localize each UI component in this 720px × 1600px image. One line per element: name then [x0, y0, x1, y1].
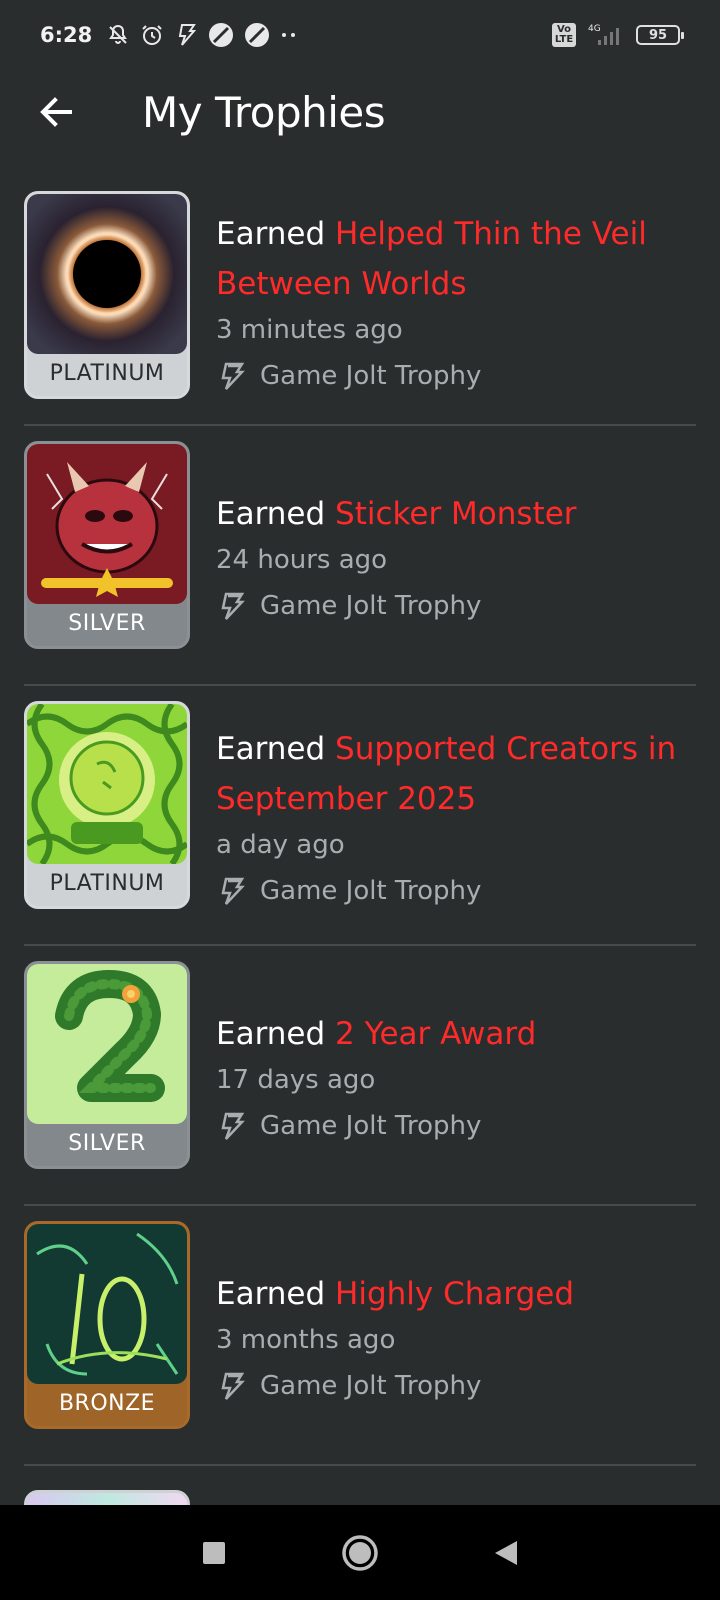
- trophy-row[interactable]: SILVER Earned Sticker Monster 24 hours a…: [24, 426, 696, 686]
- earned-label: Earned: [216, 216, 326, 252]
- trophy-source: Game Jolt Trophy: [216, 876, 686, 906]
- app-header: My Trophies: [0, 70, 720, 154]
- trophy-thumbnail[interactable]: PLATINUM: [24, 191, 190, 399]
- trophy-time: 17 days ago: [216, 1065, 376, 1095]
- game-jolt-icon: [221, 1372, 245, 1400]
- trophy-source: Game Jolt Trophy: [216, 591, 686, 621]
- battery-level: 95: [648, 27, 668, 43]
- horned-monster-image: [27, 444, 187, 604]
- trophy-name-link[interactable]: 2 Year Award: [335, 1016, 536, 1052]
- signal-icon: 4G: [588, 24, 619, 45]
- trophy-time: 3 months ago: [216, 1325, 396, 1355]
- notification-icons: [106, 22, 298, 48]
- trophy-headline: Earned Highly Charged: [216, 1269, 686, 1319]
- trophy-name-link[interactable]: Sticker Monster: [335, 496, 577, 532]
- trophy-time: 3 minutes ago: [216, 315, 403, 345]
- trophy-row[interactable]: PLATINUM Earned Helped Thin the Veil Bet…: [24, 176, 696, 426]
- app-notification-icon-2: [245, 23, 270, 47]
- trophy-source-label: Game Jolt Trophy: [260, 1371, 482, 1401]
- game-jolt-icon: [221, 362, 245, 390]
- trophy-headline: Earned Supported Creators in September 2…: [216, 724, 686, 824]
- navigation-bar: [0, 1505, 720, 1600]
- app-notification-icon: [209, 23, 234, 47]
- trophy-thumbnail[interactable]: PLATINUM: [24, 701, 190, 909]
- status-bar: 6:28 Vo LTE 4G 95: [0, 0, 720, 70]
- earned-label: Earned: [216, 1016, 326, 1052]
- leafy-number-two-image: [27, 964, 187, 1124]
- trophy-thumbnail[interactable]: SILVER: [24, 961, 190, 1169]
- trophy-thumbnail[interactable]: SILVER: [24, 441, 190, 649]
- tier-label: SILVER: [68, 1130, 146, 1156]
- trophy-thumbnail-partial: [24, 1490, 190, 1506]
- trophy-row[interactable]: BRONZE Earned Highly Charged 3 months ag…: [24, 1206, 696, 1466]
- alarm-icon: [142, 25, 162, 45]
- triangle-back-icon: [495, 1540, 517, 1565]
- circle-icon: [342, 1534, 378, 1571]
- tier-label: PLATINUM: [49, 360, 165, 386]
- trophy-name-link[interactable]: Highly Charged: [335, 1276, 574, 1312]
- bell-muted-icon: [109, 24, 128, 44]
- trophy-time: 24 hours ago: [216, 545, 388, 575]
- trophy-source-label: Game Jolt Trophy: [260, 591, 482, 621]
- trophy-info: Earned Sticker Monster 24 hours ago Game…: [216, 426, 686, 684]
- trophy-headline: Earned 2 Year Award: [216, 1009, 686, 1059]
- tier-label: BRONZE: [58, 1390, 156, 1416]
- trophy-source: Game Jolt Trophy: [216, 361, 686, 391]
- network-type: 4G: [588, 24, 601, 34]
- system-status: Vo LTE 4G 95: [552, 23, 684, 47]
- square-icon: [203, 1541, 225, 1564]
- trophy-source: Game Jolt Trophy: [216, 1111, 686, 1141]
- trophy-row[interactable]: SILVER Earned 2 Year Award 17 days ago G…: [24, 946, 696, 1206]
- black-hole-image: [27, 194, 187, 354]
- earned-label: Earned: [216, 496, 326, 532]
- trophy-info: Earned Supported Creators in September 2…: [216, 686, 686, 944]
- more-notifications-icon: [282, 33, 296, 37]
- game-jolt-icon: [221, 592, 245, 620]
- trophy-info: Earned 2 Year Award 17 days ago Game Jol…: [216, 946, 686, 1204]
- tier-label: SILVER: [68, 610, 146, 636]
- game-jolt-icon: [221, 877, 245, 905]
- arrow-left-icon: [40, 97, 72, 127]
- earned-label: Earned: [216, 1276, 326, 1312]
- trophy-thumbnail[interactable]: BRONZE: [24, 1221, 190, 1429]
- game-jolt-icon: [179, 24, 197, 46]
- page-title: My Trophies: [142, 87, 386, 137]
- trophy-row[interactable]: PLATINUM Earned Supported Creators in Se…: [24, 686, 696, 946]
- trophy-info: Earned Helped Thin the Veil Between Worl…: [216, 176, 686, 424]
- earned-label: Earned: [216, 731, 326, 767]
- battery-icon: 95: [636, 25, 684, 45]
- volte-badge: Vo LTE: [552, 23, 576, 47]
- trophy-source-label: Game Jolt Trophy: [260, 1111, 482, 1141]
- system-back-button[interactable]: [433, 1505, 579, 1600]
- trophy-source-label: Game Jolt Trophy: [260, 361, 482, 391]
- back-button[interactable]: [26, 82, 86, 142]
- game-jolt-icon: [221, 1112, 245, 1140]
- trophy-time: a day ago: [216, 830, 345, 860]
- home-button[interactable]: [287, 1505, 433, 1600]
- green-swirl-2025-image: [27, 704, 187, 864]
- trophy-source: Game Jolt Trophy: [216, 1371, 686, 1401]
- tier-label: PLATINUM: [49, 870, 165, 896]
- trophy-headline: Earned Sticker Monster: [216, 489, 686, 539]
- trophy-row-partial[interactable]: [24, 1466, 696, 1506]
- trophy-info: Earned Highly Charged 3 months ago Game …: [216, 1206, 686, 1464]
- green-scribble-ten-image: [27, 1224, 187, 1384]
- recents-button[interactable]: [141, 1505, 287, 1600]
- trophy-list: PLATINUM Earned Helped Thin the Veil Bet…: [24, 176, 696, 1506]
- trophy-headline: Earned Helped Thin the Veil Between Worl…: [216, 209, 686, 309]
- status-time: 6:28: [40, 23, 93, 47]
- trophy-source-label: Game Jolt Trophy: [260, 876, 482, 906]
